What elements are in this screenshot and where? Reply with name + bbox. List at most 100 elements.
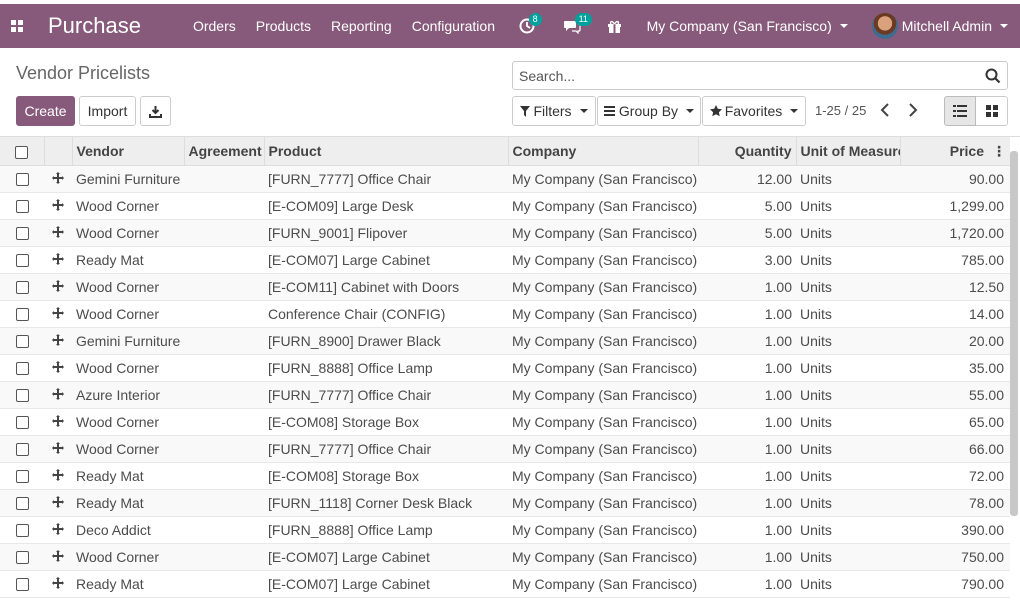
chevron-right-icon[interactable]	[908, 103, 918, 117]
row-checkbox[interactable]	[15, 470, 29, 484]
table-row[interactable]: Wood Corner [FURN_8888] Office Lamp My Com…	[0, 354, 1010, 382]
header-company[interactable]: Company	[508, 137, 699, 166]
cell-product: [FURN_8888] Office Lamp	[264, 516, 508, 544]
app-name[interactable]: Purchase	[48, 13, 141, 39]
row-handle[interactable]	[44, 354, 72, 382]
cell-company: My Company (San Francisco)	[508, 327, 698, 355]
pager-value[interactable]: 1-25 / 25	[815, 103, 866, 118]
table-row[interactable]: Deco Addict [FURN_8888] Office Lamp My Com…	[0, 516, 1010, 544]
table-row[interactable]: Wood Corner Conference Chair (CONFIG) My C…	[0, 300, 1010, 328]
table-row[interactable]: Wood Corner [E-COM11] Cabinet with Doors M…	[0, 273, 1010, 301]
row-checkbox[interactable]	[15, 362, 29, 376]
table-row[interactable]: Gemini Furniture [FURN_7777] Office Chair…	[0, 165, 1010, 193]
row-checkbox[interactable]	[15, 443, 29, 457]
cell-quantity: 5.00	[698, 219, 796, 247]
row-handle[interactable]	[44, 516, 72, 544]
row-handle[interactable]	[44, 489, 72, 517]
row-handle[interactable]	[44, 408, 72, 436]
activity-button[interactable]: 8	[513, 4, 542, 48]
row-handle[interactable]	[44, 246, 72, 274]
group-by-button[interactable]: Group By	[597, 96, 701, 126]
company-switcher[interactable]: My Company (San Francisco)	[647, 18, 848, 34]
row-checkbox[interactable]	[15, 200, 29, 214]
import-button[interactable]: Import	[79, 96, 136, 126]
table-row[interactable]: Ready Mat [FURN_1118] Corner Desk Black My…	[0, 489, 1010, 517]
row-checkbox[interactable]	[15, 335, 29, 349]
kanban-view-button[interactable]	[976, 96, 1008, 126]
scrollbar[interactable]	[1010, 151, 1018, 516]
cell-agreement	[184, 165, 264, 193]
menu-configuration[interactable]: Configuration	[412, 18, 495, 34]
row-checkbox[interactable]	[15, 551, 29, 565]
row-checkbox[interactable]	[15, 227, 29, 241]
menu-orders[interactable]: Orders	[193, 18, 236, 34]
cell-price: 1,720.00	[900, 219, 1010, 247]
cell-product: [E-COM07] Large Cabinet	[264, 570, 508, 598]
download-button[interactable]	[140, 96, 171, 126]
row-handle[interactable]	[44, 327, 72, 355]
row-handle[interactable]	[44, 435, 72, 463]
drag-handle-icon	[52, 252, 64, 265]
row-checkbox[interactable]	[15, 416, 29, 430]
row-handle[interactable]	[44, 381, 72, 409]
row-handle[interactable]	[44, 165, 72, 193]
favorites-button[interactable]: Favorites	[702, 96, 806, 126]
row-handle[interactable]	[44, 300, 72, 328]
row-checkbox[interactable]	[15, 524, 29, 538]
drag-handle-icon	[52, 306, 64, 319]
chevron-left-icon[interactable]	[880, 103, 890, 117]
header-agreement[interactable]: Agreement	[184, 137, 265, 166]
row-handle[interactable]	[44, 462, 72, 490]
menu-reporting[interactable]: Reporting	[331, 18, 392, 34]
table-row[interactable]: Ready Mat [E-COM07] Large Cabinet My Compa…	[0, 246, 1010, 274]
messages-button[interactable]: 11	[557, 4, 592, 48]
row-handle[interactable]	[44, 192, 72, 220]
row-checkbox[interactable]	[15, 497, 29, 511]
table-row[interactable]: Wood Corner [FURN_7777] Office Chair My Co…	[0, 435, 1010, 463]
header-uom[interactable]: Unit of Measure	[796, 137, 901, 166]
navbar-systray: 8 11 My Company (San Francisco) Mitchell…	[513, 4, 1020, 48]
row-handle[interactable]	[44, 219, 72, 247]
row-handle[interactable]	[44, 570, 72, 598]
cell-agreement	[184, 570, 264, 598]
row-checkbox[interactable]	[15, 173, 29, 187]
table-row[interactable]: Ready Mat [E-COM07] Large Cabinet My Compa…	[0, 570, 1010, 598]
table-row[interactable]: Wood Corner [E-COM09] Large Desk My Compan…	[0, 192, 1010, 220]
row-handle[interactable]	[44, 273, 72, 301]
menu-products[interactable]: Products	[256, 18, 311, 34]
user-menu[interactable]: Mitchell Admin	[871, 13, 1008, 39]
apps-grid-icon	[11, 20, 23, 32]
row-checkbox[interactable]	[15, 578, 29, 592]
cell-product: [E-COM07] Large Cabinet	[264, 246, 508, 274]
row-handle[interactable]	[44, 543, 72, 571]
cell-quantity: 3.00	[698, 246, 796, 274]
table-row[interactable]: Gemini Furniture [FURN_8900] Drawer Black…	[0, 327, 1010, 355]
cell-company: My Company (San Francisco)	[508, 516, 698, 544]
create-button[interactable]: Create	[16, 96, 75, 126]
search-icon[interactable]	[985, 68, 1001, 84]
optional-columns-icon[interactable]: ⋮	[992, 143, 1006, 160]
select-all-checkbox[interactable]	[15, 145, 29, 159]
header-product[interactable]: Product	[264, 137, 509, 166]
row-checkbox[interactable]	[15, 308, 29, 322]
cell-product: [FURN_8900] Drawer Black	[264, 327, 508, 355]
header-quantity[interactable]: Quantity	[698, 137, 797, 166]
drag-handle-icon	[52, 495, 64, 508]
table-row[interactable]: Ready Mat [E-COM08] Storage Box My Company…	[0, 462, 1010, 490]
apps-menu-button[interactable]	[0, 4, 34, 48]
search-input[interactable]	[513, 62, 973, 89]
gift-button[interactable]	[603, 4, 627, 48]
table-row[interactable]: Wood Corner [FURN_9001] Flipover My Compan…	[0, 219, 1010, 247]
cell-uom: Units	[796, 219, 900, 247]
company-name: My Company (San Francisco)	[646, 18, 832, 34]
filters-button[interactable]: Filters	[512, 96, 596, 126]
table-row[interactable]: Wood Corner [E-COM08] Storage Box My Compa…	[0, 408, 1010, 436]
table-row[interactable]: Azure Interior [FURN_7777] Office Chair My…	[0, 381, 1010, 409]
table-row[interactable]: Wood Corner [E-COM07] Large Cabinet My Com…	[0, 543, 1010, 571]
cell-uom: Units	[796, 273, 900, 301]
row-checkbox[interactable]	[15, 281, 29, 295]
header-vendor[interactable]: Vendor	[72, 137, 185, 166]
row-checkbox[interactable]	[15, 389, 29, 403]
list-view-button[interactable]	[944, 96, 976, 126]
row-checkbox[interactable]	[15, 254, 29, 268]
